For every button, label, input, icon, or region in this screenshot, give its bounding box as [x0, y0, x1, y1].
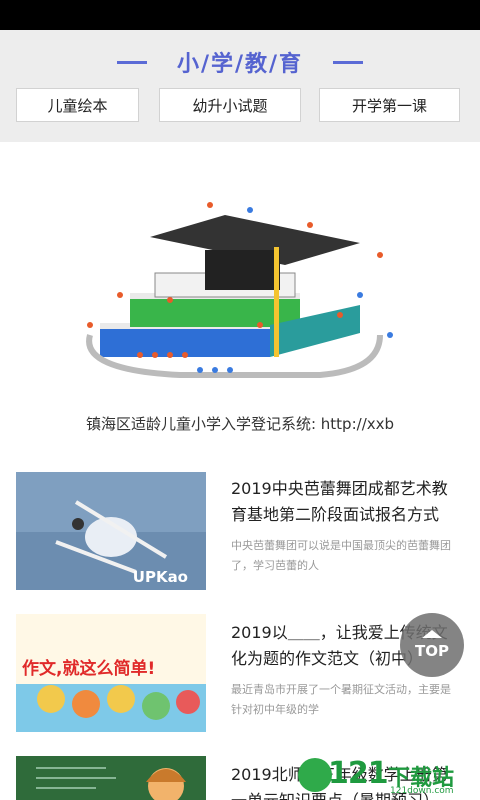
status-bar	[0, 0, 480, 30]
category-tabs: 儿童绘本 幼升小试题 开学第一课	[0, 88, 480, 122]
title-dash-left	[116, 60, 147, 64]
article-description: 中央芭蕾舞团可以说是中国最顶尖的芭蕾舞团了，学习芭蕾的人	[231, 539, 451, 572]
thumbnail-watermark: UPKao	[132, 568, 188, 586]
watermark-url: 121down.com	[390, 786, 454, 796]
category-primary-entrance-tests[interactable]: 幼升小试题	[159, 88, 301, 122]
watermark-logo-icon	[298, 758, 332, 792]
title-dash-right	[333, 60, 364, 64]
banner-caption[interactable]: 镇海区适龄儿童小学入学登记系统: http://xxb	[0, 413, 480, 434]
back-to-top-button[interactable]: TOP	[400, 613, 464, 677]
site-watermark: 121 下载站 121down.com	[292, 754, 480, 800]
thumbnail-title-art: 作文,就这么简单!	[22, 659, 156, 679]
category-first-lesson[interactable]: 开学第一课	[319, 88, 460, 122]
section-title: 小/学/教/育	[0, 44, 480, 80]
category-children-picture-books[interactable]: 儿童绘本	[16, 88, 139, 122]
article-thumbnail[interactable]: UPKao	[16, 472, 206, 590]
section-title-text: 小/学/教/育	[176, 52, 304, 77]
article-title[interactable]: 2019中央芭蕾舞团成都艺术教育基地第二阶段面试报名方式	[231, 476, 461, 528]
article-thumbnail[interactable]	[16, 756, 206, 800]
watermark-number: 121	[328, 756, 389, 791]
article-thumbnail[interactable]: 作文,就这么简单!	[16, 614, 206, 732]
back-to-top-label: TOP	[415, 642, 449, 660]
category-header: 小/学/教/育 儿童绘本 幼升小试题 开学第一课	[0, 30, 480, 142]
article-description: 最近青岛市开展了一个暑期征文活动，主要是针对初中年级的学	[231, 683, 451, 716]
arrow-up-icon	[422, 630, 442, 638]
banner-image[interactable]	[60, 195, 420, 395]
